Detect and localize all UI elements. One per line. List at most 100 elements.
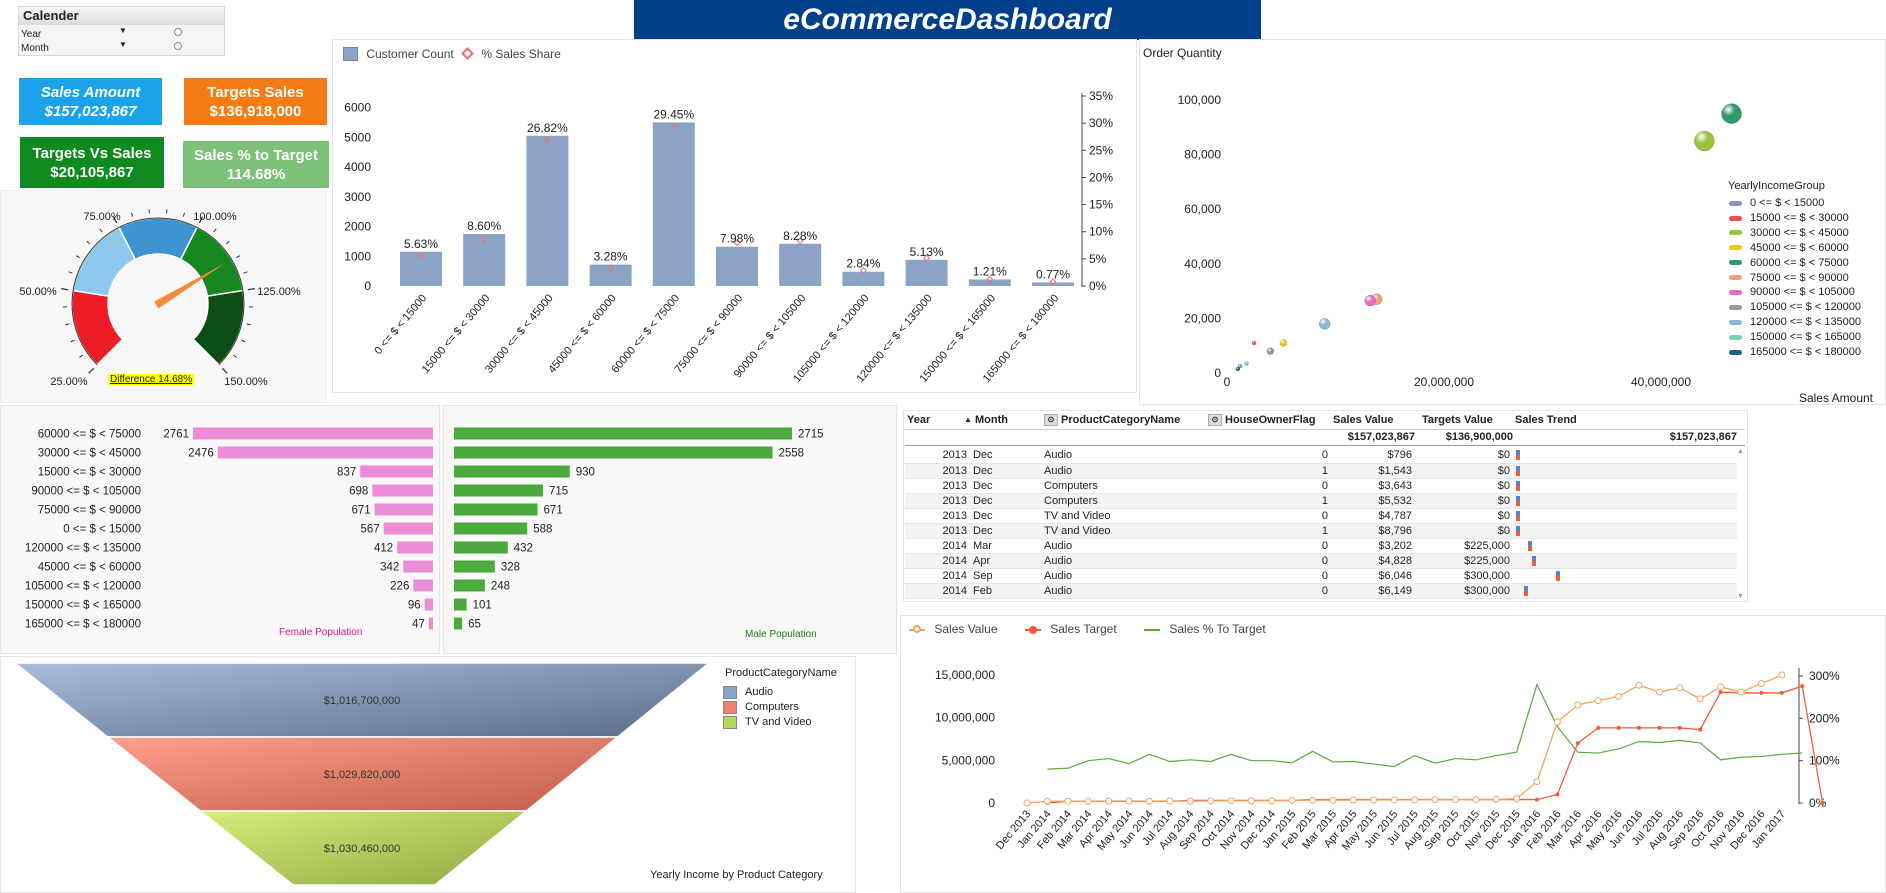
male-bar[interactable]	[454, 617, 463, 630]
year-dropdown-icon[interactable]: ▼	[119, 26, 127, 35]
sales-value-point[interactable]	[1247, 797, 1255, 805]
female-bar[interactable]	[403, 560, 433, 573]
sales-target-point[interactable]	[1596, 725, 1601, 730]
col-month[interactable]: Month	[975, 414, 1008, 426]
male-bar[interactable]	[454, 465, 570, 478]
table-row[interactable]: 2013 Dec TV and Video 1 $8,796 $0	[905, 523, 1737, 539]
sales-value-point[interactable]	[1635, 681, 1643, 689]
male-bar[interactable]	[454, 446, 773, 459]
col-house-owner[interactable]: HouseOwnerFlag	[1225, 414, 1315, 426]
sales-value-point[interactable]	[1574, 701, 1582, 709]
calendar-month-row[interactable]: Month ▼	[21, 40, 221, 54]
male-bar[interactable]	[454, 427, 792, 440]
sales-value-point[interactable]	[1227, 797, 1235, 805]
scatter-bubble[interactable]	[1244, 361, 1249, 366]
male-bar[interactable]	[454, 522, 528, 535]
sales-value-point[interactable]	[1064, 797, 1072, 805]
scatter-bubble[interactable]	[1721, 103, 1742, 124]
sales-target-point[interactable]	[1555, 792, 1560, 797]
customer-bar[interactable]	[400, 251, 442, 286]
female-bar[interactable]	[397, 541, 433, 554]
sort-icon[interactable]: ▲	[964, 415, 972, 424]
sales-value-point[interactable]	[1186, 797, 1194, 805]
scroll-up-icon[interactable]: ▲	[1737, 448, 1744, 455]
sales-value-point[interactable]	[1268, 797, 1276, 805]
sales-value-point[interactable]	[1329, 796, 1337, 804]
sales-target-point[interactable]	[1575, 741, 1580, 746]
sales-target-point[interactable]	[1779, 690, 1784, 695]
table-row[interactable]: 2014AugAudio0$6,469$300,000	[905, 598, 1737, 600]
sales-value-point[interactable]	[1451, 796, 1459, 804]
male-bar[interactable]	[454, 541, 508, 554]
month-slider-handle[interactable]	[174, 42, 182, 50]
sales-value-point[interactable]	[1472, 796, 1480, 804]
female-bar[interactable]	[360, 465, 433, 478]
sales-target-point[interactable]	[1820, 801, 1825, 805]
col-sales-value[interactable]: Sales Value	[1333, 414, 1394, 426]
sales-value-point[interactable]	[1166, 797, 1174, 805]
table-body[interactable]: 2013 Dec Audio 0 $796 $0 2013 Dec Audio 1 $1,543 $0…	[905, 448, 1737, 600]
scatter-bubble[interactable]	[1364, 294, 1376, 307]
sales-value-point[interactable]	[1411, 796, 1419, 804]
scatter-bubble[interactable]	[1235, 366, 1241, 372]
female-bar[interactable]	[193, 427, 433, 440]
sales-value-point[interactable]	[1615, 692, 1623, 700]
sales-target-point[interactable]	[1616, 725, 1621, 730]
table-row[interactable]: 2014 Sep Audio 0 $6,046 $300,000	[905, 568, 1737, 584]
table-row[interactable]: 2014 Mar Audio 0 $3,202 $225,000	[905, 538, 1737, 554]
sales-value-point[interactable]	[1043, 797, 1051, 805]
col-year[interactable]: Year	[907, 414, 930, 426]
table-row[interactable]: 2013 Dec TV and Video 0 $4,787 $0	[905, 508, 1737, 524]
sales-value-point[interactable]	[1676, 684, 1684, 692]
scroll-down-icon[interactable]: ▼	[1737, 593, 1744, 600]
customer-bar[interactable]	[779, 243, 822, 286]
male-bar[interactable]	[454, 503, 538, 516]
table-row[interactable]: 2014 Feb Audio 0 $6,149 $300,000	[905, 583, 1737, 599]
sales-target-point[interactable]	[1677, 725, 1682, 730]
sales-value-point[interactable]	[1145, 797, 1153, 805]
female-bar[interactable]	[383, 522, 433, 535]
table-scrollbar[interactable]: ▲ ▼	[1737, 448, 1745, 600]
customer-bar[interactable]	[905, 259, 948, 286]
sales-value-point[interactable]	[1513, 795, 1521, 803]
customer-bar[interactable]	[716, 246, 758, 286]
female-bar[interactable]	[424, 598, 433, 611]
sales-target-point[interactable]	[1657, 725, 1662, 730]
customer-bar[interactable]	[652, 122, 695, 286]
sales-value-point[interactable]	[1349, 796, 1357, 804]
sales-value-point[interactable]	[1084, 797, 1092, 805]
sales-target-point[interactable]	[1759, 690, 1764, 695]
sales-value-point[interactable]	[1655, 688, 1663, 696]
sales-value-point[interactable]	[1023, 799, 1031, 807]
sales-value-point[interactable]	[1309, 796, 1317, 804]
male-bar[interactable]	[454, 579, 485, 592]
sales-target-point[interactable]	[1718, 690, 1723, 695]
table-row[interactable]: 2013 Dec Computers 1 $5,532 $0	[905, 493, 1737, 509]
scatter-bubble[interactable]	[1266, 347, 1275, 355]
table-row[interactable]: 2013 Dec Computers 0 $3,643 $0	[905, 478, 1737, 494]
sales-value-point[interactable]	[1553, 718, 1561, 726]
sales-value-point[interactable]	[1431, 796, 1439, 804]
male-bar[interactable]	[454, 560, 495, 573]
scatter-bubble[interactable]	[1279, 339, 1288, 347]
table-row[interactable]: 2013 Dec Audio 0 $796 $0	[905, 448, 1737, 464]
sales-value-point[interactable]	[1492, 795, 1500, 803]
sales-value-point[interactable]	[1696, 695, 1704, 703]
month-dropdown-icon[interactable]: ▼	[119, 40, 127, 49]
male-bar[interactable]	[454, 484, 544, 497]
female-bar[interactable]	[372, 484, 433, 497]
year-slider-handle[interactable]	[174, 28, 182, 36]
sales-value-point[interactable]	[1594, 697, 1602, 705]
female-bar[interactable]	[428, 617, 433, 630]
female-bar[interactable]	[374, 503, 433, 516]
female-bar[interactable]	[413, 579, 433, 592]
sales-value-point[interactable]	[1288, 796, 1296, 804]
male-bar[interactable]	[454, 598, 467, 611]
sales-value-point[interactable]	[1717, 683, 1725, 691]
table-row[interactable]: 2013 Dec Audio 1 $1,543 $0	[905, 463, 1737, 479]
sales-value-point[interactable]	[1757, 680, 1765, 688]
sales-value-point[interactable]	[1778, 671, 1786, 679]
sales-value-point[interactable]	[1370, 796, 1378, 804]
sales-target-point[interactable]	[1800, 684, 1805, 689]
col-product-category[interactable]: ProductCategoryName	[1061, 414, 1180, 426]
